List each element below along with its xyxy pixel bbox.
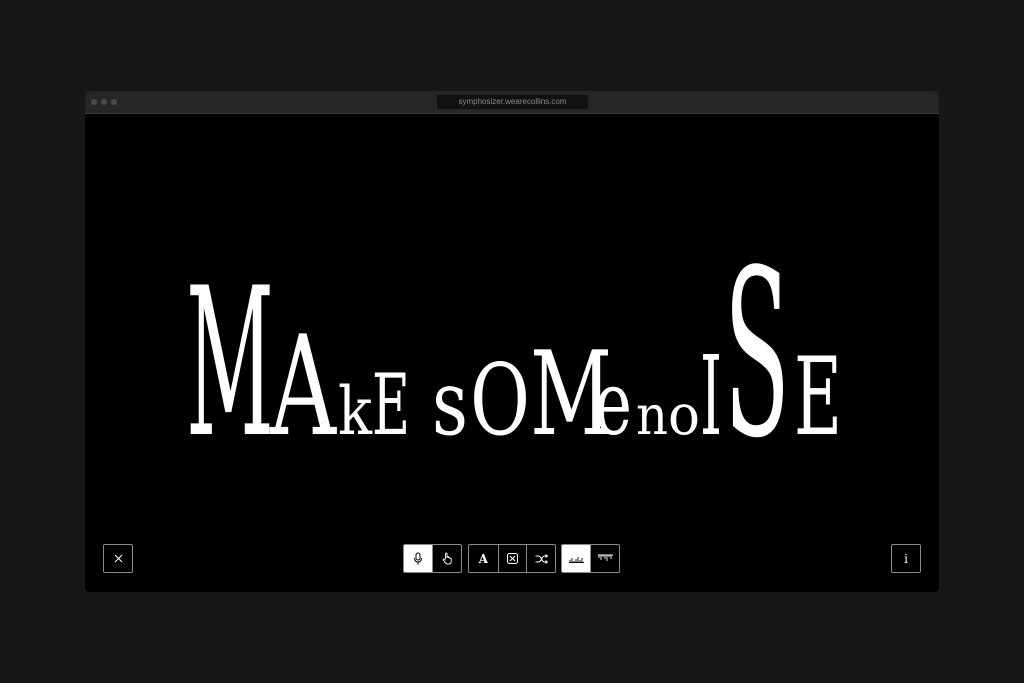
headline-glyph: n	[636, 384, 668, 447]
close-icon	[114, 554, 122, 563]
browser-window: symphosizer.wearecollins.com M A k E s O…	[85, 91, 939, 592]
canvas-stage: M A k E s O M e n o I S E A i	[85, 114, 939, 592]
headline-glyph: S	[724, 249, 790, 464]
headline-glyph: o	[668, 383, 700, 448]
input-mode-toggle	[403, 544, 462, 573]
headline-glyph: O	[470, 344, 530, 458]
headline-glyph: k	[338, 373, 373, 450]
info-button[interactable]: i	[891, 544, 921, 573]
waveform-mode-button[interactable]	[562, 545, 591, 572]
boxed-x-icon	[506, 553, 518, 564]
shuffle-button[interactable]	[526, 545, 555, 572]
headline-glyph: e	[594, 352, 632, 455]
minimize-window-dot[interactable]	[101, 99, 107, 105]
info-icon: i	[904, 551, 908, 566]
headline-glyph: A	[269, 306, 337, 464]
maximize-window-dot[interactable]	[111, 99, 117, 105]
spikes-mode-button[interactable]	[590, 545, 619, 572]
close-window-dot[interactable]	[91, 99, 97, 105]
text-tools: A	[468, 544, 556, 573]
clear-button[interactable]	[497, 545, 527, 572]
close-button[interactable]	[103, 544, 133, 573]
touch-mode-button[interactable]	[432, 545, 461, 572]
microphone-mode-button[interactable]	[404, 545, 433, 572]
browser-titlebar: symphosizer.wearecollins.com	[85, 91, 939, 114]
shuffle-icon	[535, 553, 548, 564]
headline-glyph: s	[432, 351, 468, 456]
window-controls	[91, 99, 117, 105]
headline-glyph: M	[186, 249, 274, 464]
address-bar[interactable]: symphosizer.wearecollins.com	[437, 95, 588, 109]
font-icon: A	[478, 551, 488, 566]
headline-glyph: E	[794, 335, 842, 460]
hand-pointer-icon	[442, 552, 452, 565]
visual-mode-toggle	[561, 544, 620, 573]
headline: M A k E s O M e n o I S E	[186, 249, 842, 464]
microphone-icon	[414, 552, 423, 565]
headline-glyph: E	[372, 356, 410, 454]
spikes-icon	[597, 554, 613, 561]
headline-glyph: I	[700, 332, 722, 460]
waveform-icon	[568, 557, 584, 563]
font-button[interactable]: A	[469, 545, 498, 572]
